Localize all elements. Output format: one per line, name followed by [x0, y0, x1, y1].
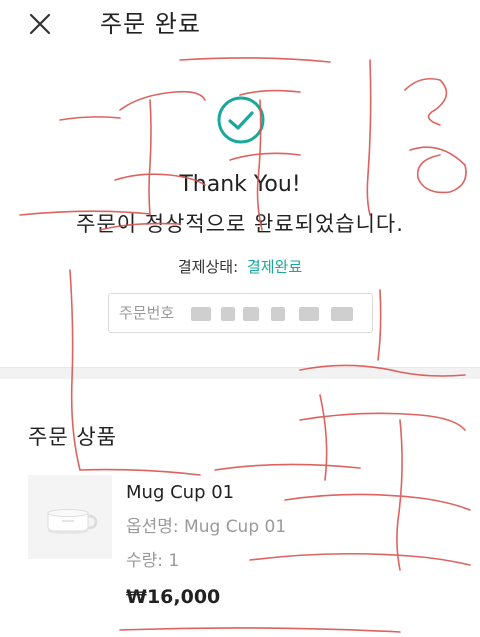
close-icon [29, 13, 51, 35]
order-number-redacted [299, 307, 319, 321]
mug-image [47, 509, 98, 534]
product-quantity: 수량: 1 [126, 551, 180, 571]
payment-status-label: 결제상태: [177, 258, 239, 276]
page-title: 주문 완료 [100, 10, 201, 38]
order-complete-message: 주문이 정상적으로 완료되었습니다. [76, 212, 404, 236]
order-number-redacted [271, 307, 285, 321]
product-thumbnail[interactable] [28, 475, 112, 559]
order-number-redacted [191, 307, 211, 321]
section-divider [0, 367, 480, 379]
close-button[interactable] [26, 10, 54, 38]
payment-status-value: 결제완료 [246, 258, 303, 276]
order-items-title: 주문 상품 [28, 425, 117, 449]
order-number-box: 주문번호 [108, 293, 373, 333]
header: 주문 완료 [0, 0, 480, 50]
order-number-redacted [331, 307, 353, 321]
payment-status: 결제상태: 결제완료 [0, 256, 480, 278]
order-number-redacted [221, 307, 235, 321]
product-name[interactable]: Mug Cup 01 [126, 481, 234, 505]
product-option: 옵션명: Mug Cup 01 [126, 517, 287, 537]
product-price: ₩16,000 [126, 586, 221, 608]
order-number-redacted [243, 307, 259, 321]
order-number-label: 주문번호 [119, 304, 175, 322]
thank-you-heading: Thank You! [179, 172, 301, 197]
check-circle-icon [216, 95, 266, 145]
